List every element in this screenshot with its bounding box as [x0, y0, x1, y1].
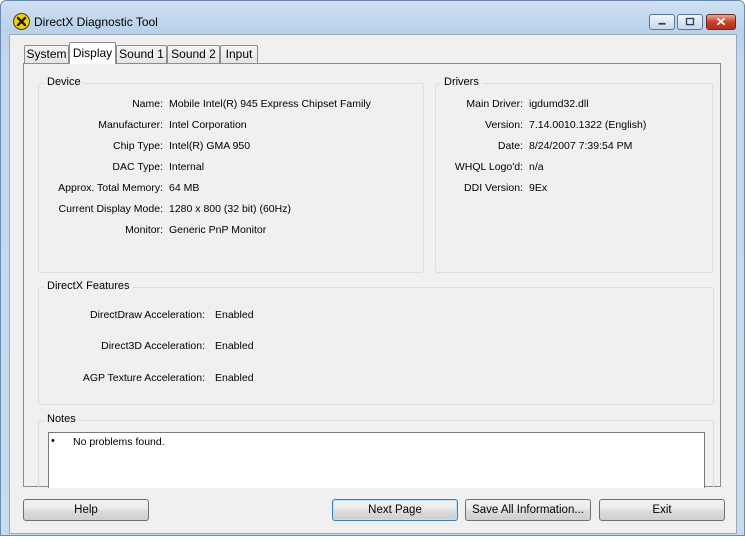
device-value: Intel Corporation — [169, 119, 247, 131]
directx-features-title: DirectX Features — [44, 280, 133, 292]
maximize-button[interactable] — [677, 14, 703, 30]
tab-sound-2[interactable]: Sound 2 — [167, 45, 220, 63]
notes-title: Notes — [44, 413, 79, 425]
device-value: Internal — [169, 161, 205, 173]
feature-label: Direct3D Acceleration: — [101, 340, 205, 352]
drivers-label: Version: — [485, 119, 523, 131]
device-label: Chip Type: — [112, 140, 163, 152]
directx-features-group: DirectX Features DirectDraw Acceleration… — [38, 280, 714, 405]
feature-value: Enabled — [215, 372, 254, 384]
drivers-label: Date: — [497, 140, 523, 152]
minimize-icon — [658, 22, 666, 25]
close-icon — [716, 17, 726, 26]
window-title: DirectX Diagnostic Tool — [34, 15, 158, 29]
feature-value: Enabled — [215, 340, 254, 352]
device-value: 1280 x 800 (32 bit) (60Hz) — [169, 203, 291, 215]
drivers-label: Main Driver: — [466, 98, 523, 110]
tab-sound-1[interactable]: Sound 1 — [116, 45, 167, 63]
drivers-value: igdumd32.dll — [529, 98, 589, 110]
device-label: Approx. Total Memory: — [58, 182, 163, 194]
drivers-value: n/a — [529, 161, 544, 173]
device-value: Intel(R) GMA 950 — [169, 140, 251, 152]
device-group-title: Device — [44, 76, 84, 88]
drivers-value: 7.14.0010.1322 (English) — [529, 119, 647, 131]
notes-group: Notes • No problems found. — [38, 413, 714, 490]
drivers-group-title: Drivers — [441, 76, 482, 88]
minimize-button[interactable] — [649, 14, 675, 30]
feature-label: DirectDraw Acceleration: — [90, 309, 205, 321]
device-label: DAC Type: — [112, 161, 163, 173]
drivers-label: WHQL Logo'd: — [454, 161, 523, 173]
drivers-value: 8/24/2007 7:39:54 PM — [529, 140, 633, 152]
device-label: Monitor: — [125, 224, 163, 236]
device-value: 64 MB — [169, 182, 200, 194]
feature-value: Enabled — [215, 309, 254, 321]
help-button[interactable]: Help — [23, 499, 149, 521]
desktop-strip — [0, 536, 745, 542]
device-value: Mobile Intel(R) 945 Express Chipset Fami… — [169, 98, 371, 110]
tab-display[interactable]: Display — [69, 42, 116, 64]
title-bar[interactable]: DirectX Diagnostic Tool — [1, 1, 744, 31]
drivers-group: Drivers Main Driver: igdumd32.dll Versio… — [435, 76, 713, 273]
feature-label: AGP Texture Acceleration: — [82, 372, 205, 384]
note-item: No problems found. — [73, 436, 165, 448]
note-bullet: • — [51, 435, 55, 447]
device-label: Name: — [132, 98, 163, 110]
device-value: Generic PnP Monitor — [169, 224, 267, 236]
tab-system[interactable]: System — [24, 45, 69, 63]
maximize-icon — [685, 17, 695, 26]
tab-input[interactable]: Input — [220, 45, 258, 63]
notes-text-area[interactable]: • No problems found. — [48, 432, 705, 488]
exit-button[interactable]: Exit — [599, 499, 725, 521]
device-label: Current Display Mode: — [58, 203, 163, 215]
next-page-button[interactable]: Next Page — [332, 499, 458, 521]
drivers-label: DDI Version: — [464, 182, 523, 194]
directx-icon — [13, 13, 30, 30]
device-label: Manufacturer: — [98, 119, 163, 131]
drivers-value: 9Ex — [529, 182, 548, 194]
device-group: Device Name: Mobile Intel(R) 945 Express… — [38, 76, 424, 273]
display-tab-panel: Device Name: Mobile Intel(R) 945 Express… — [23, 63, 721, 490]
save-all-information-button[interactable]: Save All Information... — [465, 499, 591, 521]
close-button[interactable] — [706, 14, 736, 30]
